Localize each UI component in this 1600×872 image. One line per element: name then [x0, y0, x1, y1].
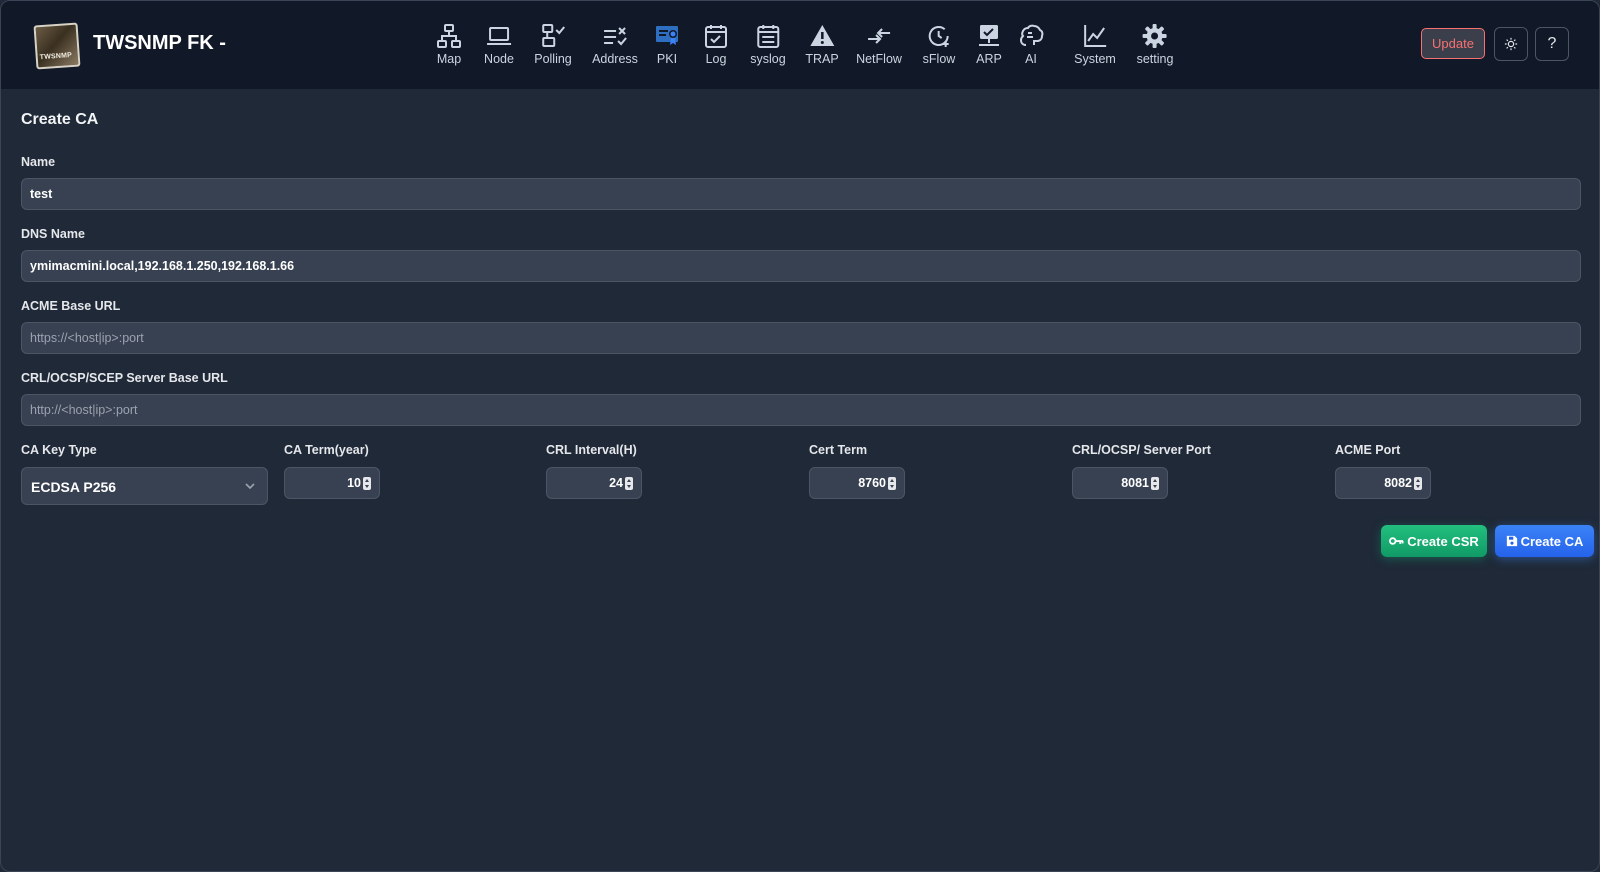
theme-toggle-button[interactable] [1494, 27, 1528, 61]
address-check-icon [603, 27, 627, 46]
nav-polling[interactable]: Polling [534, 21, 572, 71]
nav-label-log: Log [705, 52, 727, 66]
nav-log[interactable]: Log [703, 21, 729, 71]
logo-text: TWSNMP [39, 51, 73, 62]
dns-name-label: DNS Name [21, 227, 85, 241]
nav-system[interactable]: System [1074, 21, 1116, 71]
name-field[interactable] [21, 178, 1581, 210]
cert-term-value: 8760 [858, 476, 886, 490]
crl-interval-stepper[interactable]: 24 [546, 467, 642, 499]
create-ca-label: Create CA [1520, 533, 1584, 549]
page-title: Create CA [21, 111, 99, 128]
update-button[interactable]: Update [1421, 28, 1485, 59]
brain-icon [1019, 24, 1044, 46]
cert-term-stepper[interactable]: 8760 [809, 467, 905, 499]
create-csr-label: Create CSR [1407, 533, 1479, 549]
nav-node[interactable]: Node [484, 21, 514, 71]
nav-label-netflow: NetFlow [856, 52, 902, 66]
nav-label-syslog: syslog [750, 52, 786, 66]
ca-key-type-value: ECDSA P256 [31, 479, 117, 495]
calendar-list-icon [757, 25, 779, 48]
nav-map[interactable]: Map [436, 21, 462, 71]
nav-trap[interactable]: TRAP [805, 21, 839, 71]
calendar-check-icon [705, 25, 727, 48]
certificate-icon [656, 26, 678, 45]
sun-icon [1504, 37, 1518, 51]
acme-base-url-field[interactable] [21, 322, 1581, 354]
name-label: Name [21, 155, 56, 169]
crl-interval-label: CRL Interval(H) [546, 443, 637, 457]
top-header: TWSNMP TWSNMP FK - Map Node Polling Addr… [1, 1, 1599, 89]
nav-label-setting: setting [1136, 52, 1174, 66]
create-ca-button[interactable]: Create CA [1495, 525, 1594, 557]
acme-port-label: ACME Port [1335, 443, 1401, 457]
gear-icon [1143, 24, 1167, 48]
crl-server-url-label: CRL/OCSP/SCEP Server Base URL [21, 371, 228, 385]
ca-key-type-label: CA Key Type [21, 443, 97, 457]
network-icon [437, 24, 461, 48]
app-logo: TWSNMP [33, 22, 81, 70]
acme-base-url-label: ACME Base URL [21, 299, 121, 313]
nav-sflow[interactable]: sFlow [922, 21, 956, 71]
create-csr-button[interactable]: Create CSR [1381, 525, 1487, 557]
nav-address[interactable]: Address [592, 21, 638, 71]
nav-setting[interactable]: setting [1136, 21, 1174, 71]
nav-ai[interactable]: AI [1018, 21, 1044, 71]
server-port-label: CRL/OCSP/ Server Port [1072, 443, 1211, 457]
laptop-icon [486, 27, 511, 45]
nav-label-system: System [1074, 52, 1116, 66]
nav-label-sflow: sFlow [922, 52, 956, 66]
ca-term-value: 10 [347, 476, 361, 490]
nav-netflow[interactable]: NetFlow [856, 21, 902, 71]
crl-interval-value: 24 [609, 476, 623, 490]
arrows-exchange-icon [868, 28, 890, 44]
nav-syslog[interactable]: syslog [750, 21, 786, 71]
spinner-icon[interactable] [363, 477, 371, 490]
chevron-down-icon [245, 483, 255, 490]
acme-port-stepper[interactable]: 8082 [1335, 467, 1431, 499]
monitor-check-icon [979, 25, 999, 46]
clock-icon [929, 26, 949, 47]
nav-label-trap: TRAP [805, 52, 839, 66]
nav-label-polling: Polling [534, 52, 572, 66]
nav-label-address: Address [592, 52, 638, 66]
acme-port-value: 8082 [1384, 476, 1412, 490]
nav-pki[interactable]: PKI [654, 21, 680, 71]
dns-name-field[interactable] [21, 250, 1581, 282]
line-chart-icon [1084, 25, 1106, 47]
nav-label-ai: AI [1025, 52, 1037, 66]
spinner-icon[interactable] [888, 477, 896, 490]
spinner-icon[interactable] [625, 477, 633, 490]
help-button[interactable]: ? [1535, 27, 1569, 61]
app-title: TWSNMP FK - [93, 32, 226, 54]
app-window: TWSNMP TWSNMP FK - Map Node Polling Addr… [0, 0, 1600, 872]
server-port-stepper[interactable]: 8081 [1072, 467, 1168, 499]
cert-term-label: Cert Term [809, 443, 868, 457]
ca-term-stepper[interactable]: 10 [284, 467, 380, 499]
crl-server-url-field[interactable] [21, 394, 1581, 426]
nav-label-map: Map [436, 52, 462, 66]
spinner-icon[interactable] [1151, 477, 1159, 490]
nav-arp[interactable]: ARP [976, 21, 1002, 71]
warning-icon [810, 25, 834, 46]
nav-label-node: Node [484, 52, 514, 66]
key-icon [1389, 537, 1404, 545]
polling-icon [542, 24, 565, 47]
server-port-value: 8081 [1121, 476, 1149, 490]
ca-key-type-select[interactable]: ECDSA P256 [21, 467, 268, 505]
ca-term-label: CA Term(year) [284, 443, 369, 457]
save-icon [1506, 535, 1517, 547]
nav-label-arp: ARP [976, 52, 1002, 66]
spinner-icon[interactable] [1414, 477, 1422, 490]
nav-label-pki: PKI [656, 52, 678, 66]
